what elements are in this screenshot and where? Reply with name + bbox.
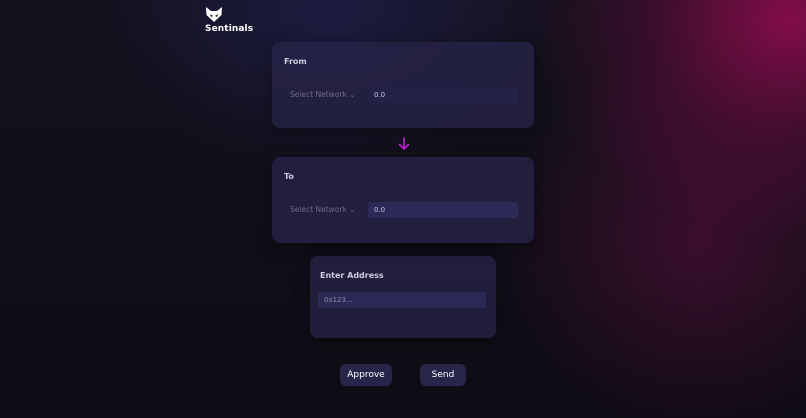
- approve-button[interactable]: Approve: [340, 364, 392, 386]
- from-label: From: [284, 57, 307, 66]
- to-card: To Select Network ⌄ 0.0: [272, 157, 534, 243]
- address-card: Enter Address 0x123...: [310, 256, 496, 338]
- from-card: From Select Network ⌄ 0.0: [272, 42, 534, 128]
- to-network-select[interactable]: Select Network ⌄: [290, 205, 356, 214]
- to-amount-input[interactable]: 0.0: [368, 202, 518, 218]
- from-network-select[interactable]: Select Network ⌄: [290, 90, 356, 99]
- brand-name: Sentinals: [205, 24, 254, 34]
- address-input[interactable]: 0x123...: [318, 292, 486, 308]
- brand-logo[interactable]: [204, 6, 244, 23]
- fox-head-icon: [206, 7, 222, 22]
- address-label: Enter Address: [320, 271, 384, 280]
- send-button[interactable]: Send: [420, 364, 466, 386]
- from-amount-input[interactable]: 0.0: [368, 87, 518, 103]
- arrow-down-icon[interactable]: [397, 136, 411, 150]
- to-label: To: [284, 172, 294, 181]
